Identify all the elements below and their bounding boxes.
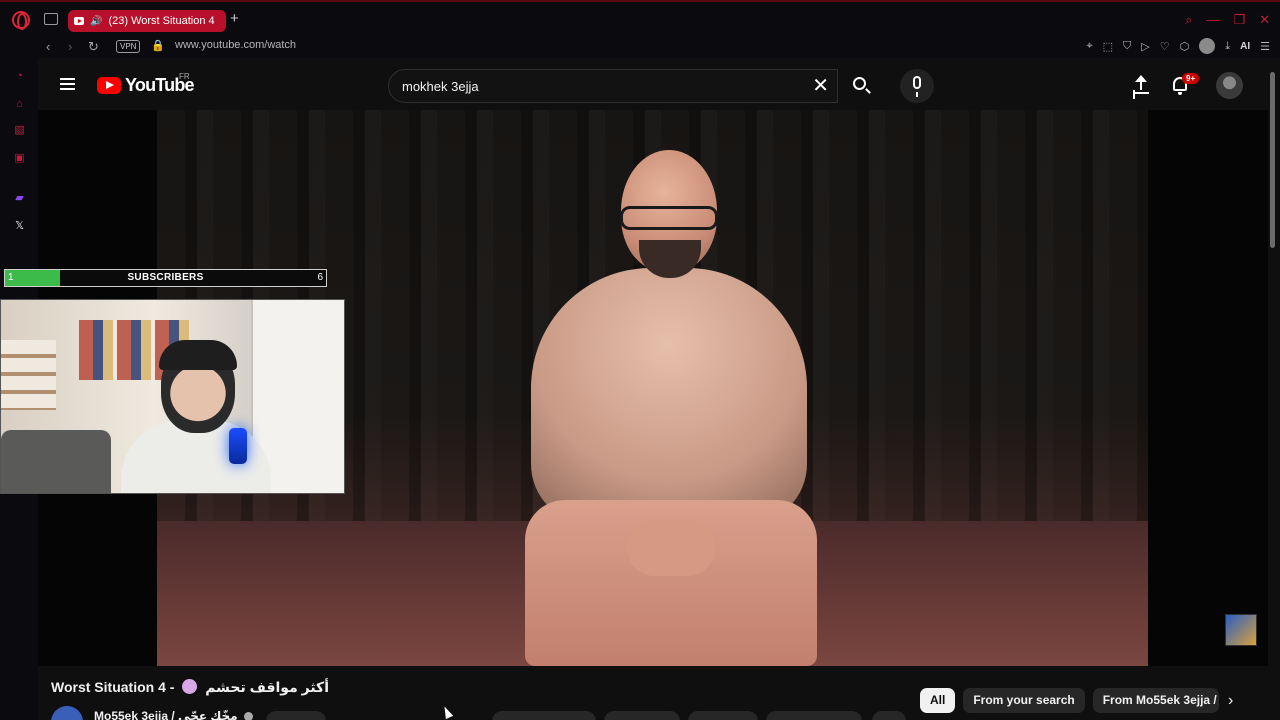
webcam-microphone xyxy=(229,428,247,464)
person-glasses xyxy=(620,206,718,230)
chip-all[interactable]: All xyxy=(920,688,956,713)
microphone-icon xyxy=(913,76,921,97)
chip-from-your-search[interactable]: From your search xyxy=(963,688,1085,713)
notification-badge: 9+ xyxy=(1182,73,1200,84)
share-button[interactable] xyxy=(604,711,680,720)
forward-icon[interactable]: › xyxy=(68,39,72,54)
guide-menu-icon[interactable] xyxy=(60,78,75,90)
browser-tab-active[interactable]: 🔊 (23) Worst Situation 4 xyxy=(68,10,226,32)
youtube-logo-icon[interactable] xyxy=(97,77,121,94)
region-code: FR xyxy=(179,72,190,81)
sidebar-workspace-icon[interactable]: ⌂ xyxy=(13,98,26,111)
search-query[interactable]: mokhek 3ejja xyxy=(402,79,479,94)
window-controls: ⌕ — ❐ ✕ xyxy=(1185,12,1270,28)
search-tabs-icon[interactable]: ⌕ xyxy=(1185,12,1192,28)
account-avatar[interactable] xyxy=(1216,72,1243,99)
ai-button[interactable]: AI xyxy=(1240,41,1250,52)
webcam-person-cap xyxy=(159,340,237,370)
page-scrollbar[interactable] xyxy=(1270,72,1275,248)
profile-avatar-icon[interactable] xyxy=(1199,38,1216,54)
verified-icon xyxy=(243,712,253,720)
search-icon xyxy=(853,77,866,90)
shield-icon[interactable]: ⛉ xyxy=(1123,40,1131,53)
play-icon[interactable]: ▷ xyxy=(1141,40,1149,53)
youtube-favicon-icon xyxy=(74,17,84,25)
youtube-header: YouTube FR mokhek 3ejja ✕ 9+ xyxy=(38,58,1270,110)
sidebar-wallet-icon[interactable]: ▧ xyxy=(13,124,26,137)
save-button[interactable] xyxy=(688,711,758,720)
video-title-text: Worst Situation 4 - xyxy=(51,679,175,695)
sidebar-aria-icon[interactable]: ◔ xyxy=(13,70,26,83)
clear-search-icon[interactable]: ✕ xyxy=(812,75,829,97)
person-torso xyxy=(531,268,807,524)
extension-icons: ⌖ ⬚ ⛉ ▷ ♡ ⬡ ⤓ AI ☰ xyxy=(1086,38,1270,54)
download-icon[interactable]: ⤓ xyxy=(1225,40,1230,53)
back-icon[interactable]: ‹ xyxy=(46,39,50,54)
search-input[interactable]: mokhek 3ejja ✕ xyxy=(388,69,838,103)
channel-watermark-icon[interactable] xyxy=(1225,614,1257,646)
new-tab-icon[interactable]: + xyxy=(230,10,239,27)
maximize-icon[interactable]: ❐ xyxy=(1233,12,1245,28)
upload-base xyxy=(1133,92,1149,94)
person-hands xyxy=(627,520,715,576)
sidebar-x-icon[interactable]: 𝕏 xyxy=(13,220,26,233)
lock-icon[interactable]: 🔒 xyxy=(151,39,165,52)
close-window-icon[interactable]: ✕ xyxy=(1259,12,1270,28)
browser-tabbar: 🔊 (23) Worst Situation 4 + ⌕ — ❐ ✕ xyxy=(0,0,1280,36)
speaker-icon[interactable]: 🔊 xyxy=(90,16,102,27)
voice-search-button[interactable] xyxy=(900,69,934,103)
webcam-shelf xyxy=(1,340,56,410)
download-button[interactable] xyxy=(766,711,862,720)
subscriber-goal-max: 6 xyxy=(317,272,323,283)
subscriber-goal-bar: 1 SUBSCRIBERS 6 xyxy=(4,269,327,287)
video-title: Worst Situation 4 - أكثر مواقف تحشم xyxy=(51,679,329,696)
vpn-badge[interactable]: VPN xyxy=(116,40,141,53)
channel-name[interactable]: Mo55ek 3ejja / مخّك عجّى xyxy=(94,709,238,720)
url-field[interactable]: www.youtube.com/watch xyxy=(175,39,296,51)
chip-from-channel[interactable]: From Mo55ek 3ejja / مخّك عجّى xyxy=(1092,688,1219,713)
sidebar-messenger-icon[interactable]: ▣ xyxy=(13,152,26,165)
address-bar: ‹ › ↻ VPN 🔒 www.youtube.com/watch ⌖ ⬚ ⛉ … xyxy=(0,36,1280,58)
pin-icon[interactable]: ⌖ xyxy=(1086,40,1092,53)
like-button[interactable] xyxy=(492,711,596,720)
search-button[interactable] xyxy=(838,69,884,103)
more-actions-button[interactable] xyxy=(872,711,906,720)
menu-icon[interactable]: ☰ xyxy=(1260,40,1270,53)
channel-name-link[interactable]: Mo55ek 3ejja / مخّك عجّى xyxy=(94,709,253,720)
reload-icon[interactable]: ↻ xyxy=(88,39,99,55)
opera-logo-icon[interactable] xyxy=(12,11,30,30)
snapshot-icon[interactable]: ⬚ xyxy=(1103,40,1113,53)
tab-manager-icon[interactable] xyxy=(44,13,58,25)
mouse-cursor-icon xyxy=(440,704,454,720)
extensions-icon[interactable]: ⬡ xyxy=(1180,40,1190,53)
channel-avatar[interactable] xyxy=(51,706,83,720)
sidebar-twitch-icon[interactable]: ▰ xyxy=(13,192,26,205)
subscribe-button[interactable] xyxy=(266,711,326,720)
minimize-icon[interactable]: — xyxy=(1206,12,1219,28)
heart-icon[interactable]: ♡ xyxy=(1160,40,1170,53)
video-title-arabic: أكثر مواقف تحشم xyxy=(205,679,330,695)
webcam-sofa xyxy=(1,430,111,493)
subscriber-goal-label: SUBSCRIBERS xyxy=(127,272,204,283)
streamer-webcam xyxy=(0,299,345,494)
chevron-right-icon[interactable]: › xyxy=(1228,692,1233,710)
flushed-emoji-icon xyxy=(182,679,198,694)
tab-title: (23) Worst Situation 4 xyxy=(108,15,215,27)
related-filter-chips: All From your search From Mo55ek 3ejja /… xyxy=(920,688,1219,713)
